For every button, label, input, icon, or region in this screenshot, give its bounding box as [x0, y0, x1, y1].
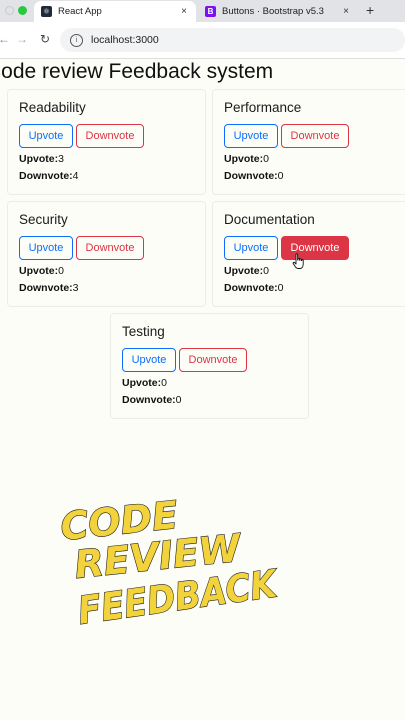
feedback-card-performance: Performance Upvote Downvote Upvote:0 Dow…: [212, 89, 405, 195]
upvote-label: Upvote:: [19, 265, 59, 277]
upvote-button[interactable]: Upvote: [224, 236, 278, 260]
downvote-label: Downvote:: [19, 170, 73, 182]
downvote-label: Downvote:: [224, 170, 278, 182]
back-arrow-icon[interactable]: ←: [0, 32, 10, 46]
card-title: Testing: [122, 324, 165, 339]
hand-pointer-cursor-icon: [292, 253, 304, 269]
tab-react-app[interactable]: ⚛ React App ×: [34, 1, 196, 22]
upvote-count: Upvote:0: [224, 153, 269, 165]
feedback-card-testing: Testing Upvote Downvote Upvote:0 Downvot…: [110, 313, 309, 419]
forward-arrow-icon[interactable]: →: [16, 32, 28, 46]
code-review-feedback-overlay: CODE REVIEW FEEDBACK: [58, 492, 282, 633]
upvote-value: 0: [263, 153, 269, 165]
feedback-card-security: Security Upvote Downvote Upvote:0 Downvo…: [7, 201, 206, 307]
downvote-label: Downvote:: [19, 282, 73, 294]
downvote-label: Downvote:: [224, 282, 278, 294]
browser-tab-strip: ⚛ React App × B Buttons · Bootstrap v5.3…: [0, 0, 405, 22]
card-title: Performance: [224, 100, 302, 115]
url-text[interactable]: localhost:3000: [91, 34, 159, 46]
downvote-button[interactable]: Downvote: [179, 348, 247, 372]
downvote-button[interactable]: Downvote: [76, 236, 144, 260]
address-bar[interactable]: i localhost:3000: [60, 28, 405, 52]
upvote-button[interactable]: Upvote: [122, 348, 176, 372]
new-tab-button[interactable]: +: [366, 2, 374, 18]
upvote-value: 3: [58, 153, 64, 165]
tab-bootstrap-buttons[interactable]: B Buttons · Bootstrap v5.3 ×: [198, 1, 358, 22]
downvote-value: 3: [72, 282, 79, 294]
downvote-value: 0: [175, 394, 182, 406]
upvote-button[interactable]: Upvote: [224, 124, 278, 148]
downvote-count: Downvote:0: [224, 170, 284, 182]
upvote-button[interactable]: Upvote: [19, 124, 73, 148]
site-info-icon[interactable]: i: [70, 33, 83, 47]
downvote-count: Downvote:0: [122, 394, 182, 406]
tab-close-icon[interactable]: ×: [340, 6, 352, 17]
downvote-value: 4: [72, 170, 79, 182]
downvote-count: Downvote:0: [224, 282, 284, 294]
react-logo-icon: ⚛: [41, 6, 52, 17]
upvote-label: Upvote:: [19, 153, 59, 165]
address-toolbar: ← → ↻ i localhost:3000: [0, 22, 405, 59]
upvote-label: Upvote:: [224, 153, 264, 165]
reload-icon[interactable]: ↻: [40, 32, 50, 46]
page-title: Code review Feedback system: [0, 60, 274, 83]
upvote-count: Upvote:0: [224, 265, 269, 277]
downvote-value: 0: [277, 282, 284, 294]
tab-close-icon[interactable]: ×: [178, 6, 190, 17]
upvote-button[interactable]: Upvote: [19, 236, 73, 260]
feedback-card-readability: Readability Upvote Downvote Upvote:3 Dow…: [7, 89, 206, 195]
tab-title: React App: [58, 6, 102, 17]
card-title: Security: [19, 212, 68, 227]
card-title: Readability: [19, 100, 86, 115]
upvote-label: Upvote:: [122, 377, 162, 389]
feedback-card-documentation: Documentation Upvote Downvote Upvote:0 D…: [212, 201, 405, 307]
window-close-dot-icon[interactable]: [5, 6, 14, 15]
upvote-value: 0: [161, 377, 167, 389]
downvote-count: Downvote:4: [19, 170, 79, 182]
downvote-label: Downvote:: [122, 394, 176, 406]
downvote-button[interactable]: Downvote: [76, 124, 144, 148]
card-title: Documentation: [224, 212, 315, 227]
upvote-count: Upvote:0: [122, 377, 167, 389]
upvote-count: Upvote:3: [19, 153, 64, 165]
tab-title: Buttons · Bootstrap v5.3: [222, 6, 324, 17]
upvote-value: 0: [263, 265, 269, 277]
bootstrap-logo-icon: B: [205, 6, 216, 17]
downvote-button[interactable]: Downvote: [281, 124, 349, 148]
upvote-count: Upvote:0: [19, 265, 64, 277]
window-maximize-dot-icon[interactable]: [18, 6, 27, 15]
upvote-value: 0: [58, 265, 64, 277]
downvote-count: Downvote:3: [19, 282, 79, 294]
upvote-label: Upvote:: [224, 265, 264, 277]
downvote-value: 0: [277, 170, 284, 182]
